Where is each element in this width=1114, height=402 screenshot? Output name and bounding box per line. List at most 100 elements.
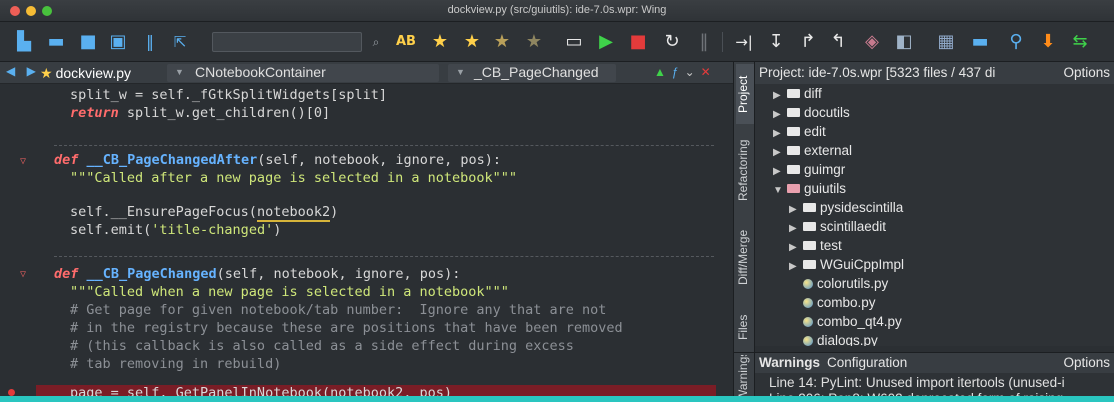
editor-options-icons[interactable]: ▲ƒ⌄✕ — [654, 65, 717, 79]
code-editor[interactable]: split_w = self._fGtkSplitWidgets[split] … — [0, 84, 733, 402]
open-folder-icon[interactable]: ▬ — [44, 30, 68, 54]
tree-folder-external[interactable]: ▶ external — [773, 141, 852, 160]
code-text: self.__EnsurePageFocus( — [70, 204, 257, 220]
folder-icon — [787, 89, 800, 98]
editor-file-tab[interactable]: ★ dockview.py — [40, 65, 131, 82]
save-icon[interactable]: ■ — [76, 30, 100, 54]
tree-item-label: scintillaedit — [820, 219, 887, 234]
editor-gutter[interactable] — [0, 84, 44, 402]
bookmark-clear-icon[interactable]: ★ — [522, 30, 546, 54]
tree-item-label: edit — [804, 124, 826, 139]
download-icon[interactable]: ⬇ — [1036, 30, 1060, 54]
search-options-icon[interactable]: ⌕ — [364, 30, 388, 54]
step-into-icon[interactable]: →| — [732, 30, 756, 54]
editor-file-name: dockview.py — [55, 65, 132, 81]
tree-folder-docutils[interactable]: ▶ docutils — [773, 103, 850, 122]
modified-star-icon: ★ — [40, 65, 53, 81]
step-out-icon[interactable]: ↱ — [796, 30, 820, 54]
class-selector[interactable]: ▼ CNotebookContainer — [167, 64, 439, 82]
tree-folder-test[interactable]: ▶ test — [789, 236, 842, 255]
tree-file-dialogs[interactable]: dialogs.py — [803, 331, 878, 346]
tree-item-label: colorutils.py — [817, 276, 889, 291]
method-selector[interactable]: ▼ _CB_PageChanged — [448, 64, 616, 82]
warning-item[interactable]: Line 14: PyLint: Unused import itertools… — [769, 375, 1065, 390]
stop-icon[interactable]: ■ — [626, 30, 650, 54]
python-file-icon — [803, 298, 813, 308]
bookmark-icon[interactable]: ★ — [428, 30, 452, 54]
spell-check-icon[interactable]: AB — [394, 30, 418, 54]
fold-toggle-icon[interactable]: ▽ — [20, 156, 26, 167]
class-selector-value: CNotebookContainer — [195, 64, 326, 80]
python-file-icon — [803, 279, 813, 289]
docstring: """Called when a new page is selected in… — [70, 284, 509, 300]
debug-view-icon[interactable]: ◈ — [860, 30, 884, 54]
layout-icon[interactable]: ▦ — [934, 30, 958, 54]
code-text: ) — [330, 204, 339, 220]
restart-icon[interactable]: ↻ — [660, 30, 684, 54]
code-text: notebook2 — [256, 204, 331, 222]
window-title: dockview.py (src/guiutils): ide-7.0s.wpr… — [447, 4, 667, 16]
tree-folder-guimgr[interactable]: ▶ guimgr — [773, 160, 845, 179]
tree-file-colorutils[interactable]: colorutils.py — [803, 274, 888, 293]
folder-icon — [803, 222, 816, 231]
code-text: (self, notebook, ignore, pos): — [216, 266, 461, 282]
code-text: (self, notebook, ignore, pos): — [257, 152, 502, 168]
project-title: Project: ide-7.0s.wpr [5323 files / 437 … — [759, 65, 996, 80]
tree-item-label: combo.py — [817, 295, 876, 310]
warnings-options-button[interactable]: Options — [1063, 355, 1110, 370]
tree-folder-scintillaedit[interactable]: ▶ scintillaedit — [789, 217, 886, 236]
collapse-icon[interactable]: ▼ — [773, 181, 787, 200]
tree-folder-pysidescintilla[interactable]: ▶ pysidescintilla — [789, 198, 903, 217]
string-literal: 'title-changed' — [151, 222, 274, 238]
title-bar: dockview.py (src/guiutils): ide-7.0s.wpr… — [0, 0, 1114, 22]
cycle-icon[interactable]: ⇆ — [1068, 30, 1092, 54]
tab-diff-merge[interactable]: Diff/Merge — [736, 216, 754, 298]
function-name: __CB_PageChanged — [86, 266, 217, 282]
select-icon[interactable]: ⇱ — [168, 30, 192, 54]
debug-config-icon[interactable]: ◧ — [892, 30, 916, 54]
tab-warnings-side[interactable]: Warnings — [736, 355, 754, 401]
step-return-icon[interactable]: ↰ — [826, 30, 850, 54]
side-tab-strip: Project Refactoring Diff/Merge Files — [733, 62, 755, 402]
toolbar-search-input[interactable] — [212, 32, 362, 52]
step-over-icon[interactable]: ↧ — [764, 30, 788, 54]
folder-icon — [787, 127, 800, 136]
history-nav-icon[interactable]: ◀ ▶ — [6, 64, 40, 78]
new-document-icon[interactable]: ▭ — [562, 30, 586, 54]
tree-item-label: docutils — [804, 105, 850, 120]
tree-folder-guiutils[interactable]: ▼ guiutils — [773, 179, 846, 198]
chevron-down-icon: ▼ — [456, 67, 465, 77]
tab-files[interactable]: Files — [736, 302, 754, 352]
tree-folder-wguicppimpl[interactable]: ▶ WGuiCppImpl — [789, 255, 904, 274]
tree-folder-diff[interactable]: ▶ diff — [773, 84, 822, 103]
bookmark-prev-icon[interactable]: ★ — [490, 30, 514, 54]
docstring: """Called after a new page is selected i… — [70, 170, 518, 186]
tab-warnings[interactable]: Warnings — [759, 355, 820, 370]
zoom-icon[interactable]: ⚲ — [1004, 30, 1028, 54]
pause-icon[interactable]: ‖ — [692, 30, 716, 54]
project-panel: Project: ide-7.0s.wpr [5323 files / 437 … — [755, 62, 1114, 346]
breakpoint-icon[interactable] — [8, 389, 15, 396]
project-header: Project: ide-7.0s.wpr [5323 files / 437 … — [755, 62, 1114, 84]
tree-file-combo-qt4[interactable]: combo_qt4.py — [803, 312, 902, 331]
run-icon[interactable]: ▶ — [594, 30, 618, 54]
bookmark-next-icon[interactable]: ★ — [460, 30, 484, 54]
tree-folder-edit[interactable]: ▶ edit — [773, 122, 826, 141]
tab-refactoring[interactable]: Refactoring — [736, 128, 754, 212]
code-text: ) — [273, 222, 282, 238]
tree-file-combo[interactable]: combo.py — [803, 293, 876, 312]
folder-icon — [803, 241, 816, 250]
new-file-icon[interactable]: ▙ — [12, 30, 36, 54]
project-options-button[interactable]: Options — [1063, 65, 1110, 80]
tab-configuration[interactable]: Configuration — [827, 355, 907, 370]
folder-icon — [787, 108, 800, 117]
editor-tab-bar: ◀ ▶ ★ dockview.py ▼ CNotebookContainer ▼ … — [0, 62, 733, 84]
expand-icon[interactable]: ▶ — [789, 257, 803, 276]
fold-toggle-icon[interactable]: ▽ — [20, 269, 26, 280]
monitor-icon[interactable]: ▬ — [968, 30, 992, 54]
indent-icon[interactable]: ‖ — [138, 30, 162, 54]
tree-item-label: dialogs.py — [817, 333, 878, 346]
tree-item-label: guiutils — [804, 181, 847, 196]
tab-project[interactable]: Project — [736, 64, 754, 124]
save-all-icon[interactable]: ▣ — [106, 30, 130, 54]
